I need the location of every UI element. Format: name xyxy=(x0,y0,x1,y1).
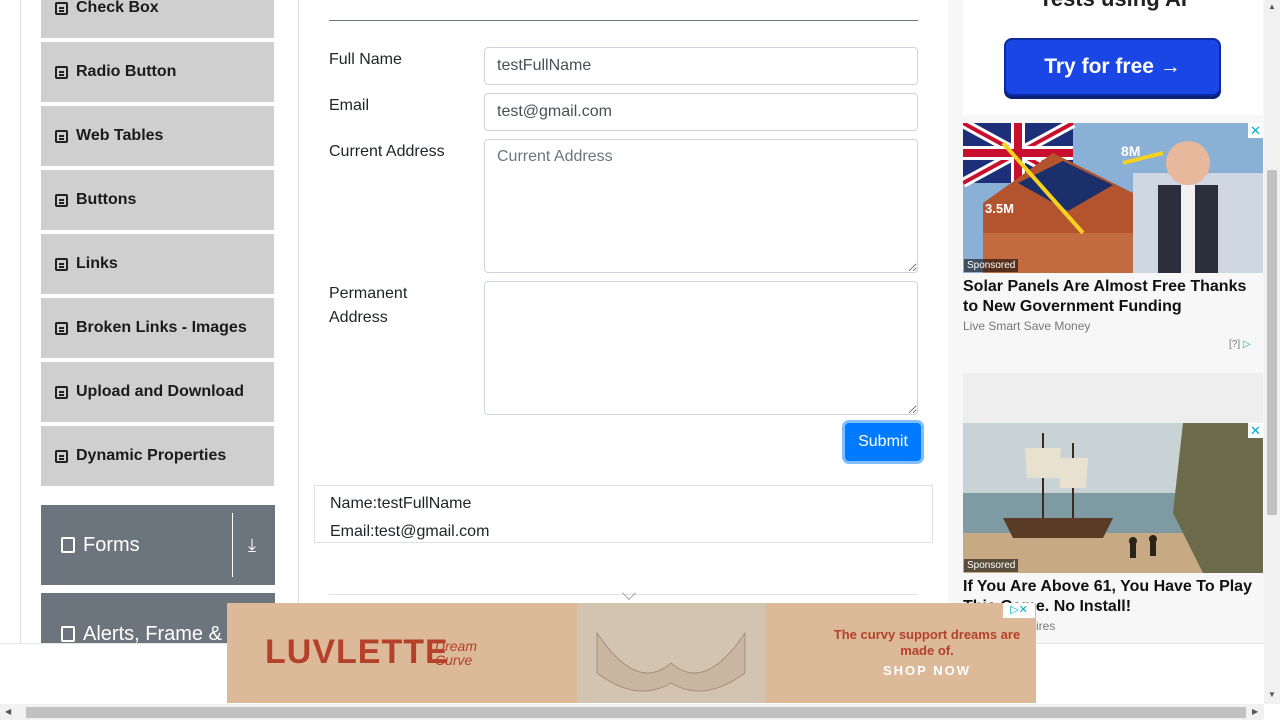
group-separator xyxy=(232,513,233,577)
sidebar-item-check-box[interactable]: Check Box xyxy=(41,0,274,40)
ad-image-label-3-5m: 3.5M xyxy=(985,201,1014,216)
sidebar-item-label: Dynamic Properties xyxy=(76,447,227,464)
banner-sub: Dream Curve xyxy=(435,638,478,668)
ad-solar-title[interactable]: Solar Panels Are Almost Free Thanks to N… xyxy=(963,277,1263,317)
document-icon xyxy=(61,537,75,553)
list-icon xyxy=(55,1,68,15)
list-icon xyxy=(55,449,68,463)
sidebar-item-links[interactable]: Links xyxy=(41,234,274,296)
banner-brand: LUVLETTE xyxy=(265,633,449,671)
ad-solar-image[interactable]: 8M 3.5M ✕ Sponsored xyxy=(963,123,1263,273)
current-address-textarea[interactable] xyxy=(484,139,918,273)
ad-ship-source[interactable]: ires xyxy=(1036,619,1055,633)
full-name-label: Full Name xyxy=(329,51,402,68)
header-divider xyxy=(329,20,918,21)
scroll-right-arrow-icon[interactable]: ▶ xyxy=(1252,707,1258,716)
banner-cta[interactable]: SHOP NOW xyxy=(827,663,1027,678)
sponsored-badge: Sponsored xyxy=(964,259,1019,272)
ad-solar-source[interactable]: Live Smart Save Money xyxy=(963,319,1090,333)
ad-placeholder xyxy=(963,373,1263,423)
full-name-input[interactable] xyxy=(484,47,918,85)
sidebar-group-forms[interactable]: Forms ⤓ xyxy=(41,505,275,585)
content-divider xyxy=(298,0,299,643)
ad-ship-image[interactable]: ✕ Sponsored xyxy=(963,423,1263,573)
sidebar-left-border xyxy=(20,0,21,643)
banner-tagline: The curvy support dreams are made of. xyxy=(833,627,1021,658)
sidebar-item-radio-button[interactable]: Radio Button xyxy=(41,42,274,104)
sidebar-item-broken-links[interactable]: Broken Links - Images xyxy=(41,298,274,360)
list-icon xyxy=(55,257,68,271)
sidebar-item-dynamic-properties[interactable]: Dynamic Properties xyxy=(41,426,274,488)
scroll-down-arrow-icon[interactable]: ▼ xyxy=(1268,690,1276,699)
submit-button[interactable]: Submit xyxy=(845,423,921,461)
sponsored-badge: Sponsored xyxy=(964,559,1019,572)
banner-product-image xyxy=(577,603,765,703)
download-icon: ⤓ xyxy=(248,534,256,555)
list-icon xyxy=(55,321,68,335)
solar-ad-illustration xyxy=(963,123,1263,273)
email-input[interactable] xyxy=(484,93,918,131)
sidebar-item-web-tables[interactable]: Web Tables xyxy=(41,106,274,168)
adchoice-text: [?] xyxy=(1229,339,1241,350)
ad-image-label-8m: 8M xyxy=(1121,143,1141,159)
list-icon xyxy=(55,193,68,207)
sidebar-item-label: Check Box xyxy=(76,0,159,16)
bra-illustration xyxy=(596,631,746,692)
output-email: Email:test@gmail.com xyxy=(330,523,490,540)
close-icon[interactable]: ✕ xyxy=(1248,123,1263,138)
email-label: Email xyxy=(329,97,370,114)
permanent-address-textarea[interactable] xyxy=(484,281,918,415)
output-name: Name:testFullName xyxy=(330,495,472,512)
list-icon xyxy=(55,65,68,79)
sidebar-item-upload-download[interactable]: Upload and Download xyxy=(41,362,274,424)
banner-close-icon[interactable]: ▷✕ xyxy=(1003,603,1035,618)
ad-top-title: Tests using AI xyxy=(963,0,1263,12)
sidebar-item-label: Web Tables xyxy=(76,127,164,144)
adchoices-icon[interactable]: [?] ▷ xyxy=(1229,339,1251,350)
sidebar-item-label: Links xyxy=(76,255,118,272)
ship-ad-illustration xyxy=(963,423,1263,573)
try-for-free-button[interactable]: Try for free → xyxy=(1004,38,1221,96)
sidebar-item-label: Buttons xyxy=(76,191,137,208)
sidebar-item-label: Broken Links - Images xyxy=(76,319,247,336)
list-icon xyxy=(55,385,68,399)
permanent-address-label: Permanent Address xyxy=(329,285,408,326)
output-panel: Name:testFullName Email:test@gmail.com xyxy=(314,485,933,543)
banner-ad[interactable]: LUVLETTE Dream Curve The curvy support d… xyxy=(227,603,1036,703)
vertical-scroll-thumb[interactable] xyxy=(1267,170,1277,515)
horizontal-scroll-thumb[interactable] xyxy=(26,707,1246,718)
scroll-up-arrow-icon[interactable]: ▲ xyxy=(1268,2,1276,11)
current-address-label: Current Address xyxy=(329,143,445,160)
list-icon xyxy=(55,129,68,143)
scroll-left-arrow-icon[interactable]: ◀ xyxy=(5,707,11,716)
group-label: Forms xyxy=(83,533,140,556)
close-icon[interactable]: ✕ xyxy=(1248,423,1263,438)
sidebar-item-label: Upload and Download xyxy=(76,383,244,400)
window-icon xyxy=(61,626,75,642)
sidebar-item-label: Radio Button xyxy=(76,63,177,80)
sidebar-item-buttons[interactable]: Buttons xyxy=(41,170,274,232)
